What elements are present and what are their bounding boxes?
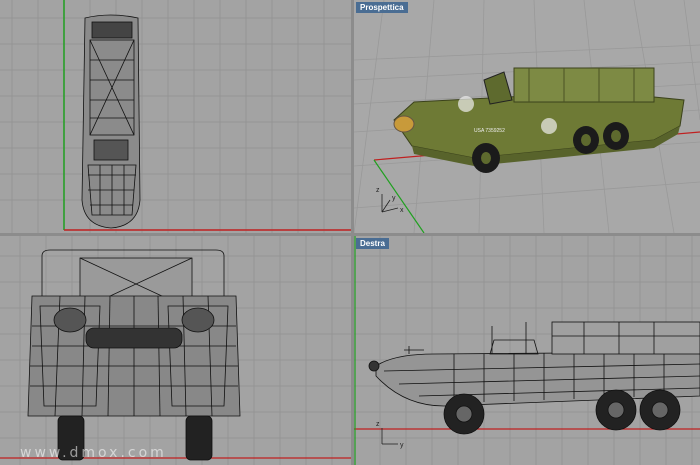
viewport-right[interactable]: z y Destra xyxy=(354,236,700,465)
right-view-canvas: z y xyxy=(354,236,700,465)
viewport-front[interactable]: www.dmox.com xyxy=(0,236,351,465)
hull-text: USA 7359252 xyxy=(474,128,505,134)
gizmo-z-label: z xyxy=(376,421,380,428)
viewport-label-right[interactable]: Destra xyxy=(356,238,389,249)
gizmo-z-label: z xyxy=(376,187,380,194)
perspective-view-canvas: USA 7359252 z x y xyxy=(354,0,700,233)
front-view-canvas xyxy=(0,236,351,465)
viewport-label-perspective[interactable]: Prospettica xyxy=(356,2,408,13)
vehicle-top-wireframe xyxy=(81,14,141,229)
gizmo-y-label: y xyxy=(392,195,396,202)
viewport-top[interactable] xyxy=(0,0,351,233)
gizmo-x-label: x xyxy=(400,207,404,214)
vehicle-side-wireframe xyxy=(368,321,700,435)
top-view-canvas xyxy=(0,0,351,233)
gizmo-y-label: y xyxy=(400,442,404,449)
watermark-text: www.dmox.com xyxy=(20,445,167,461)
viewport-perspective[interactable]: USA 7359252 z x y Prospettica xyxy=(354,0,700,233)
